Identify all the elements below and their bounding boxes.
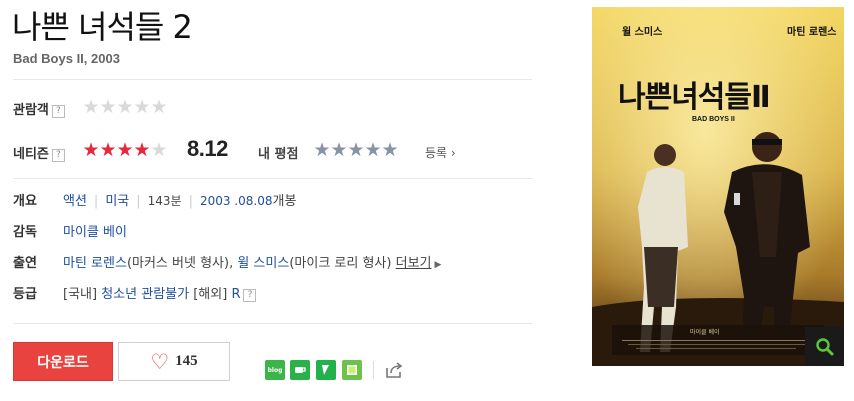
help-icon[interactable]: ?	[51, 105, 65, 118]
director-label: 감독	[13, 225, 37, 240]
poster-zoom-button[interactable]	[805, 327, 844, 366]
poster-actor-left: 윌 스미스	[622, 25, 662, 38]
cafe-icon[interactable]	[290, 360, 310, 380]
star-icon: ★	[133, 96, 150, 118]
cast-more-link[interactable]: 더보기	[396, 256, 432, 271]
cast-label: 출연	[13, 256, 37, 271]
director-row: 감독 마이클 베이	[13, 221, 127, 240]
my-rating-stars[interactable]: ★★★★★	[313, 140, 398, 160]
star-icon: ★	[133, 139, 150, 161]
cast-role: (마커스 버넷 형사),	[126, 256, 238, 271]
blog-icon[interactable]: blog	[265, 360, 285, 380]
director-link[interactable]: 마이클 베이	[63, 225, 127, 240]
star-icon: ★	[82, 139, 99, 161]
star-icon[interactable]: ★	[364, 140, 381, 160]
star-icon: ★	[99, 96, 116, 118]
download-button[interactable]: 다운로드	[13, 342, 113, 381]
register-rating-link[interactable]: 등록 ›	[425, 144, 456, 161]
overview-row: 개요 액션 | 미국 | 143분 | 2003 .08.08개봉	[13, 190, 296, 209]
heart-icon: ♡	[150, 349, 170, 374]
star-icon: ★	[99, 139, 116, 161]
poster-title: 나쁜녀석들Ⅱ	[618, 80, 770, 115]
netizen-score: 8.12	[187, 136, 228, 161]
cast-row: 출연 마틴 로렌스(마커스 버넷 형사), 윌 스미스(마이크 로리 형사) 더보…	[13, 252, 441, 271]
poster-credits: 마이클 베이	[690, 328, 720, 336]
overview-label: 개요	[13, 194, 37, 209]
chevron-right-icon: ›	[450, 146, 456, 160]
release-suffix: 개봉	[272, 194, 297, 209]
runtime: 143분	[147, 194, 182, 208]
divider	[13, 178, 532, 179]
star-icon[interactable]: ★	[347, 140, 364, 160]
divider	[13, 323, 532, 324]
grade-row: 등급 [국내] 청소년 관람불가 [해외] R?	[13, 283, 257, 302]
band-icon[interactable]	[316, 360, 336, 380]
star-icon: ★	[116, 96, 133, 118]
original-title: Bad Boys II, 2003	[13, 51, 120, 66]
like-count: 145	[175, 353, 198, 369]
audience-stars: ★★★★★	[82, 97, 167, 117]
grade-label: 등급	[13, 287, 37, 302]
memo-icon[interactable]	[342, 360, 362, 380]
grade-domestic-link[interactable]: 청소년 관람불가	[101, 287, 189, 302]
poster-actor-right: 마틴 로렌스	[787, 25, 836, 38]
country-link[interactable]: 미국	[105, 194, 129, 209]
my-rating-label: 내 평점	[258, 147, 299, 162]
help-icon[interactable]: ?	[51, 149, 65, 162]
grade-overseas-link[interactable]: R	[231, 287, 240, 302]
poster-subtitle: BAD BOYS II	[692, 116, 735, 123]
divider	[13, 79, 532, 80]
divider	[373, 361, 374, 379]
triangle-right-icon: ▶	[434, 260, 442, 270]
netizen-stars: ★★★★★	[82, 140, 167, 160]
share-out-icon[interactable]	[383, 359, 405, 381]
cast-link-martin[interactable]: 마틴 로렌스	[63, 256, 127, 271]
star-icon: ★	[150, 96, 167, 118]
netizen-rating-label: 네티즌?	[13, 143, 65, 162]
help-icon[interactable]: ?	[243, 289, 257, 302]
star-icon[interactable]: ★	[313, 140, 330, 160]
audience-rating-label: 관람객?	[13, 99, 65, 118]
genre-link[interactable]: 액션	[63, 194, 87, 209]
release-date-link[interactable]: 2003 .08.08	[200, 194, 273, 208]
star-icon: ★	[150, 139, 167, 161]
cast-link-will[interactable]: 윌 스미스	[237, 256, 289, 271]
cast-role: (마이크 로리 형사)	[289, 256, 392, 271]
star-icon: ★	[82, 96, 99, 118]
movie-poster[interactable]: 윌 스미스 마틴 로렌스 나쁜녀석들Ⅱ BAD BOYS II 마이클 베이	[592, 7, 844, 366]
magnifier-icon	[815, 337, 833, 355]
movie-title: 나쁜 녀석들 2	[12, 8, 193, 46]
star-icon: ★	[116, 139, 133, 161]
star-icon[interactable]: ★	[330, 140, 347, 160]
like-button[interactable]: ♡ 145	[118, 342, 230, 381]
star-icon[interactable]: ★	[381, 140, 398, 160]
